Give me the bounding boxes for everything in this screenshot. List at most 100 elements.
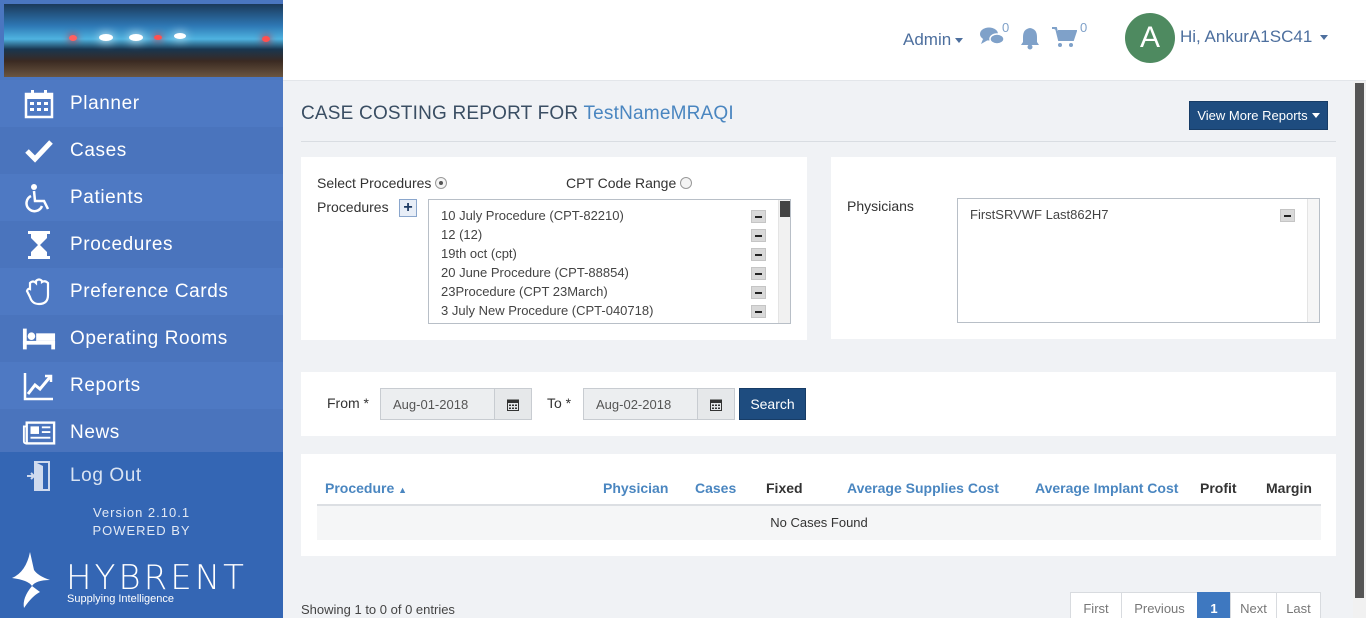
plus-icon: + (403, 199, 413, 216)
logout-button[interactable]: Log Out (0, 452, 283, 499)
messages-badge: 0 (1002, 20, 1010, 35)
procedures-scrollbar[interactable] (778, 200, 790, 323)
cpt-code-range-label: CPT Code Range (566, 175, 677, 191)
procedures-list[interactable]: 10 July Procedure (CPT-82210) 12 (12) 19… (428, 199, 791, 324)
chevron-down-icon (1311, 113, 1320, 118)
sidebar-item-label: Preference Cards (70, 280, 229, 302)
view-more-reports-button[interactable]: View More Reports (1189, 101, 1328, 130)
user-menu[interactable]: Hi, AnkurA1SC41 (1180, 27, 1329, 47)
date-filter-card: From * Aug-01-2018 To * Aug-02-2018 Sear… (301, 372, 1336, 436)
remove-procedure-button[interactable] (751, 286, 766, 299)
from-date-input[interactable]: Aug-01-2018 (380, 388, 500, 420)
to-date-input[interactable]: Aug-02-2018 (583, 388, 703, 420)
select-procedures-option[interactable]: Select Procedures (317, 175, 448, 191)
version-info: Version 2.10.1 POWERED BY (0, 504, 283, 540)
procedures-filter-card: Select Procedures CPT Code Range Procedu… (301, 157, 807, 340)
sidebar-item-label: Planner (70, 92, 140, 114)
sidebar-item-planner[interactable]: Planner (0, 80, 283, 127)
page-title: CASE COSTING REPORT FOR TestNameMRAQI (301, 103, 734, 125)
admin-menu[interactable]: Admin (903, 30, 964, 50)
sidebar-item-operating-rooms[interactable]: Operating Rooms (0, 315, 283, 362)
calendar-icon (710, 399, 722, 411)
admin-label: Admin (903, 30, 952, 49)
list-item: 3 July New Procedure (CPT-040718) (441, 303, 654, 318)
glove-icon (22, 276, 56, 308)
calendar-icon (507, 399, 519, 411)
page-title-prefix: CASE COSTING REPORT FOR (301, 103, 579, 124)
sidebar-item-preference-cards[interactable]: Preference Cards (0, 268, 283, 315)
sidebar-footer: Log Out Version 2.10.1 POWERED BY HYBREN… (0, 452, 283, 618)
select-procedures-radio[interactable] (435, 177, 448, 189)
logout-label: Log Out (70, 464, 142, 486)
page-scroll-thumb[interactable] (1355, 83, 1364, 598)
top-header: Admin 0 0 A Hi, AnkurA1SC41 (283, 0, 1366, 81)
avatar[interactable]: A (1125, 13, 1175, 63)
remove-procedure-button[interactable] (751, 210, 766, 223)
pagination-first[interactable]: First (1070, 592, 1122, 618)
physicians-scrollbar[interactable] (1307, 199, 1319, 322)
main-content: CASE COSTING REPORT FOR TestNameMRAQI Vi… (283, 81, 1353, 618)
column-header-procedure[interactable]: Procedure ▲ (325, 480, 407, 496)
remove-procedure-button[interactable] (751, 248, 766, 261)
hybrent-logo: HYBRENT Supplying Intelligence (10, 550, 260, 610)
sidebar-item-patients[interactable]: Patients (0, 174, 283, 221)
list-item: 19th oct (cpt) (441, 246, 517, 261)
column-header-label: Procedure (325, 480, 395, 496)
version-text: Version 2.10.1 (92, 505, 191, 520)
cpt-code-range-radio[interactable] (680, 177, 693, 189)
pagination-previous[interactable]: Previous (1121, 592, 1198, 618)
powered-by-text: POWERED BY (92, 523, 191, 538)
sidebar-item-reports[interactable]: Reports (0, 362, 283, 409)
shopping-cart-icon[interactable] (1051, 26, 1078, 53)
column-header-physician[interactable]: Physician (603, 480, 668, 496)
search-button[interactable]: Search (739, 388, 806, 420)
wheelchair-icon (22, 182, 56, 214)
column-header-cases[interactable]: Cases (695, 480, 736, 496)
entries-info: Showing 1 to 0 of 0 entries (301, 602, 455, 617)
column-header-margin: Margin (1266, 480, 1312, 496)
sidebar-item-label: Procedures (70, 233, 174, 255)
remove-physician-button[interactable] (1280, 209, 1295, 222)
newspaper-icon (22, 417, 56, 449)
page-title-name: TestNameMRAQI (583, 103, 734, 124)
column-header-fixed: Fixed (766, 480, 803, 496)
remove-procedure-button[interactable] (751, 229, 766, 242)
results-table-card: Procedure ▲ Physician Cases Fixed Averag… (301, 454, 1336, 556)
cpt-code-range-option[interactable]: CPT Code Range (566, 175, 693, 191)
chevron-down-icon (955, 38, 964, 44)
sidebar-nav: Planner Cases Patients Procedures Prefer… (0, 80, 283, 456)
sidebar-item-label: Reports (70, 374, 141, 396)
to-calendar-button[interactable] (697, 388, 735, 420)
select-procedures-label: Select Procedures (317, 175, 432, 191)
column-header-average-supplies-cost[interactable]: Average Supplies Cost (847, 480, 999, 496)
hourglass-icon (22, 229, 56, 261)
physicians-list[interactable]: FirstSRVWF Last862H7 (957, 198, 1320, 323)
door-exit-icon (22, 460, 56, 492)
list-item: 23Procedure (CPT 23March) (441, 284, 608, 299)
sidebar-item-news[interactable]: News (0, 409, 283, 456)
pagination-next[interactable]: Next (1230, 592, 1277, 618)
from-calendar-button[interactable] (494, 388, 532, 420)
pagination-page-1[interactable]: 1 (1197, 592, 1231, 618)
sidebar: Planner Cases Patients Procedures Prefer… (0, 0, 283, 618)
sidebar-item-procedures[interactable]: Procedures (0, 221, 283, 268)
from-label: From * (327, 395, 369, 411)
add-procedure-button[interactable]: + (399, 199, 417, 217)
page-scrollbar[interactable] (1353, 81, 1366, 618)
brand-banner-image[interactable] (4, 4, 283, 77)
sidebar-item-cases[interactable]: Cases (0, 127, 283, 174)
scroll-thumb[interactable] (780, 201, 790, 217)
column-header-average-implant-cost[interactable]: Average Implant Cost (1035, 480, 1178, 496)
calendar-icon (22, 88, 56, 120)
view-more-reports-label: View More Reports (1197, 108, 1308, 123)
pagination: First Previous 1 Next Last (1070, 592, 1321, 618)
list-item: 20 June Procedure (CPT-88854) (441, 265, 629, 280)
physicians-label: Physicians (847, 198, 914, 214)
remove-procedure-button[interactable] (751, 267, 766, 280)
bell-icon[interactable] (1019, 26, 1041, 55)
pagination-last[interactable]: Last (1276, 592, 1321, 618)
remove-procedure-button[interactable] (751, 305, 766, 318)
sidebar-item-label: News (70, 421, 120, 443)
chevron-down-icon (1320, 35, 1329, 41)
title-divider (301, 141, 1336, 142)
